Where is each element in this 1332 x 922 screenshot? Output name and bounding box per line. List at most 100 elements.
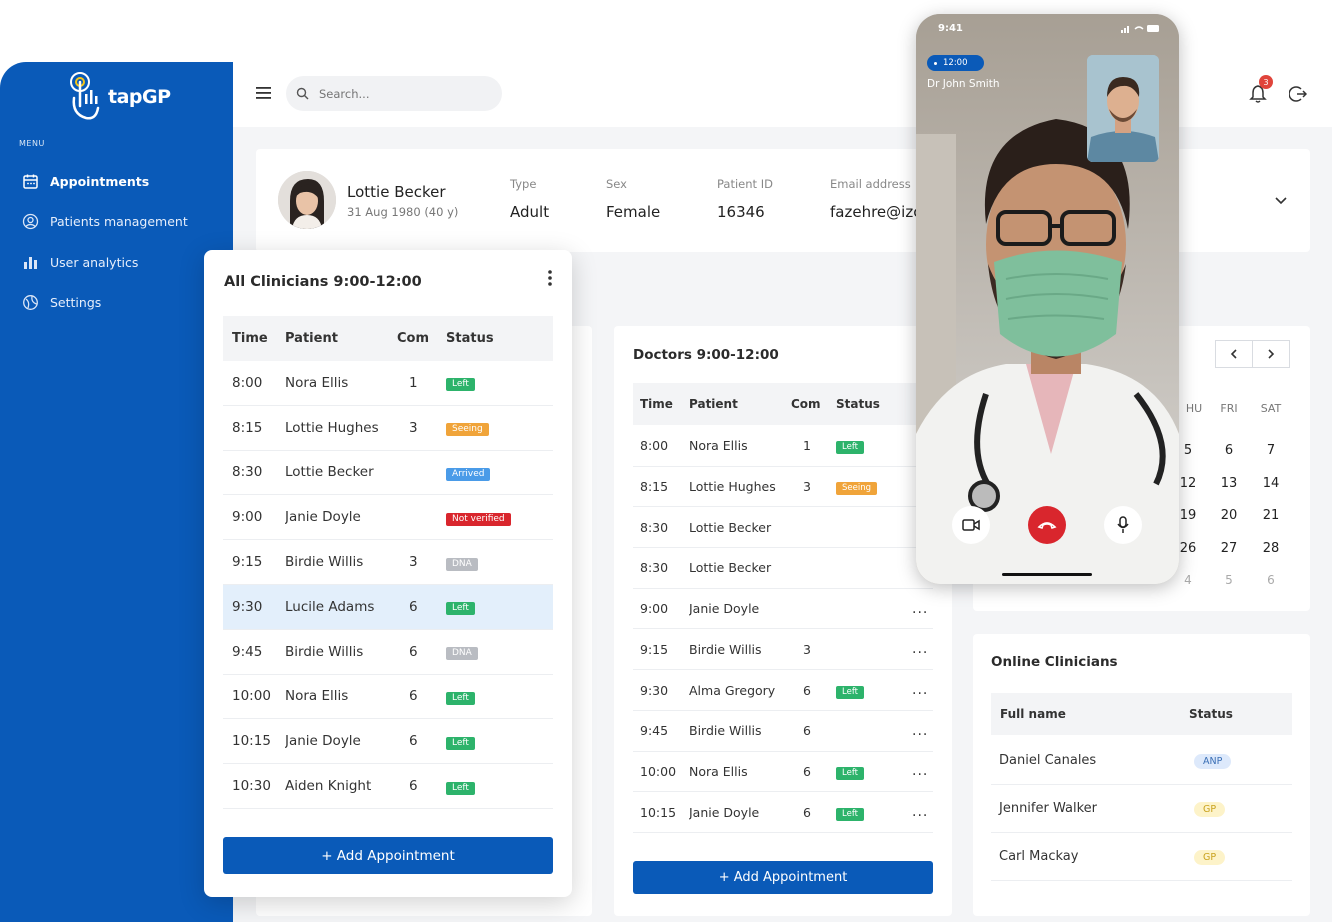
- column-header: Patient: [689, 397, 738, 411]
- cell-patient: Birdie Willis: [285, 643, 364, 660]
- hamburger-menu-icon[interactable]: [256, 86, 272, 100]
- cell-com: 3: [409, 554, 418, 571]
- cell-status: Left: [446, 598, 546, 616]
- sidebar-item-user-analytics[interactable]: User analytics: [22, 254, 138, 271]
- all-clinicians-card: All Clinicians 9:00-12:00 Time Patient C…: [204, 250, 572, 897]
- table-row[interactable]: 10:15 Janie Doyle 6 Left...: [633, 792, 933, 833]
- calendar-day[interactable]: 21: [1256, 508, 1286, 523]
- search-bar[interactable]: [286, 76, 502, 111]
- row-more-button[interactable]: ...: [912, 682, 932, 698]
- calendar-day[interactable]: 27: [1214, 541, 1244, 556]
- cell-com: 3: [409, 419, 418, 436]
- phone-video-call: 9:41 12:00 Dr John Smith: [916, 14, 1179, 584]
- hang-up-icon: [1037, 522, 1057, 530]
- sidebar-item-appointments[interactable]: Appointments: [22, 173, 149, 190]
- tapgp-logo[interactable]: tapGP: [68, 70, 178, 122]
- table-row[interactable]: 8:30 Lottie Becker: [633, 548, 933, 589]
- cell-time: 8:15: [640, 479, 669, 495]
- self-video-preview[interactable]: [1087, 55, 1159, 162]
- table-row[interactable]: 9:00 Janie Doyle...: [633, 589, 933, 630]
- cell-patient: Nora Ellis: [689, 763, 748, 779]
- sidebar-item-settings[interactable]: Settings: [22, 294, 101, 311]
- cell-status: Left: [446, 778, 546, 795]
- row-more-button[interactable]: ...: [912, 723, 932, 739]
- row-more-button[interactable]: ...: [912, 763, 932, 779]
- table-row[interactable]: 8:15 Lottie Hughes 3 Seeing: [633, 467, 933, 508]
- end-call-button[interactable]: [1028, 506, 1066, 544]
- table-row[interactable]: 9:15 Birdie Willis 3 DNA: [223, 540, 553, 585]
- field-value: 16346: [717, 203, 765, 221]
- cell-time: 9:45: [640, 723, 669, 739]
- table-row[interactable]: 10:15 Janie Doyle 6 Left: [223, 719, 553, 765]
- logout-icon[interactable]: [1289, 85, 1307, 103]
- status-badge: DNA: [446, 557, 478, 571]
- table-row[interactable]: 10:00 Nora Ellis 6 Left...: [633, 752, 933, 793]
- field-label: Patient ID: [717, 177, 773, 191]
- toggle-microphone-button[interactable]: [1104, 506, 1142, 544]
- table-row[interactable]: Carl Mackay GP: [991, 833, 1292, 881]
- table-row[interactable]: 9:15 Birdie Willis 3...: [633, 630, 933, 671]
- kebab-menu-icon[interactable]: [548, 270, 552, 286]
- cell-time: 9:30: [640, 682, 669, 698]
- toggle-camera-button[interactable]: [952, 506, 990, 544]
- table-row[interactable]: 9:00 Janie Doyle Not verified: [223, 495, 553, 541]
- calendar-day[interactable]: 13: [1214, 476, 1244, 491]
- cell-status: Left: [446, 733, 546, 750]
- table-row[interactable]: 9:45 Birdie Willis 6 DNA: [223, 630, 553, 675]
- status-badge: Left: [446, 691, 475, 705]
- calendar-day[interactable]: 5: [1214, 573, 1244, 587]
- add-appointment-button[interactable]: + Add Appointment: [633, 861, 933, 894]
- cell-patient: Janie Doyle: [689, 601, 760, 617]
- table-row[interactable]: Daniel Canales ANP: [991, 737, 1292, 785]
- row-more-button[interactable]: ...: [912, 641, 932, 657]
- role-badge: ANP: [1194, 753, 1232, 769]
- table-row[interactable]: Jennifer Walker GP: [991, 785, 1292, 833]
- calendar-day[interactable]: 14: [1256, 476, 1286, 491]
- table-row[interactable]: 10:30 Aiden Knight 6 Left: [223, 764, 553, 809]
- calendar-weekday-header: FRI: [1220, 402, 1238, 415]
- table-row[interactable]: 9:45 Birdie Willis 6...: [633, 711, 933, 752]
- table-row[interactable]: 8:15 Lottie Hughes 3 Seeing: [223, 406, 553, 451]
- all-clinicians-title: All Clinicians 9:00-12:00: [224, 274, 422, 290]
- table-row[interactable]: 9:30 Alma Gregory 6 Left...: [633, 670, 933, 711]
- add-appointment-button[interactable]: + Add Appointment: [223, 837, 553, 874]
- cell-patient: Lottie Becker: [285, 464, 374, 481]
- calendar-prev-button[interactable]: [1215, 340, 1253, 368]
- row-more-button[interactable]: ...: [912, 601, 932, 617]
- cell-time: 8:00: [640, 438, 669, 454]
- cell-time: 8:00: [232, 374, 263, 391]
- cell-time: 9:30: [232, 598, 263, 615]
- search-input[interactable]: [319, 86, 479, 101]
- calendar-day[interactable]: 28: [1256, 541, 1286, 556]
- calendar-day[interactable]: 7: [1256, 443, 1286, 458]
- calendar-day[interactable]: 20: [1214, 508, 1244, 523]
- chevron-down-icon[interactable]: [1274, 193, 1288, 207]
- table-row[interactable]: 8:30 Lottie Becker: [633, 507, 933, 549]
- table-row[interactable]: 9:30 Lucile Adams 6 Left: [223, 585, 553, 630]
- table-row[interactable]: 10:00 Nora Ellis 6 Left: [223, 675, 553, 720]
- table-row[interactable]: 8:00 Nora Ellis 1 Left: [223, 361, 553, 406]
- cell-time: 10:15: [640, 804, 677, 820]
- all-clinicians-table-header: Time Patient Com Status: [223, 316, 553, 361]
- row-more-button[interactable]: ...: [912, 804, 932, 820]
- calendar-weekday-header: HU: [1185, 402, 1203, 415]
- video-camera-icon: [962, 519, 980, 531]
- calendar-next-button[interactable]: [1252, 340, 1290, 368]
- phone-status-icons: [1121, 25, 1159, 33]
- table-row[interactable]: 8:30 Lottie Becker Arrived: [223, 451, 553, 496]
- calendar-day[interactable]: 6: [1214, 443, 1244, 458]
- sidebar-item-patients-management[interactable]: Patients management: [22, 213, 188, 230]
- status-badge: Left: [836, 685, 864, 699]
- cell-patient: Lottie Becker: [689, 519, 772, 535]
- status-badge: Left: [836, 766, 864, 780]
- calendar-day[interactable]: 6: [1256, 573, 1286, 587]
- cell-time: 8:30: [640, 519, 669, 535]
- column-header: Patient: [285, 331, 338, 346]
- cell-time: 9:00: [640, 601, 669, 617]
- cell-com: 1: [803, 438, 811, 454]
- cell-full-name: Carl Mackay: [999, 849, 1079, 864]
- table-row[interactable]: 8:00 Nora Ellis 1 Left: [633, 426, 933, 467]
- cell-time: 10:00: [640, 763, 677, 779]
- field-value: Female: [606, 203, 661, 221]
- cell-patient: Lucile Adams: [285, 598, 375, 615]
